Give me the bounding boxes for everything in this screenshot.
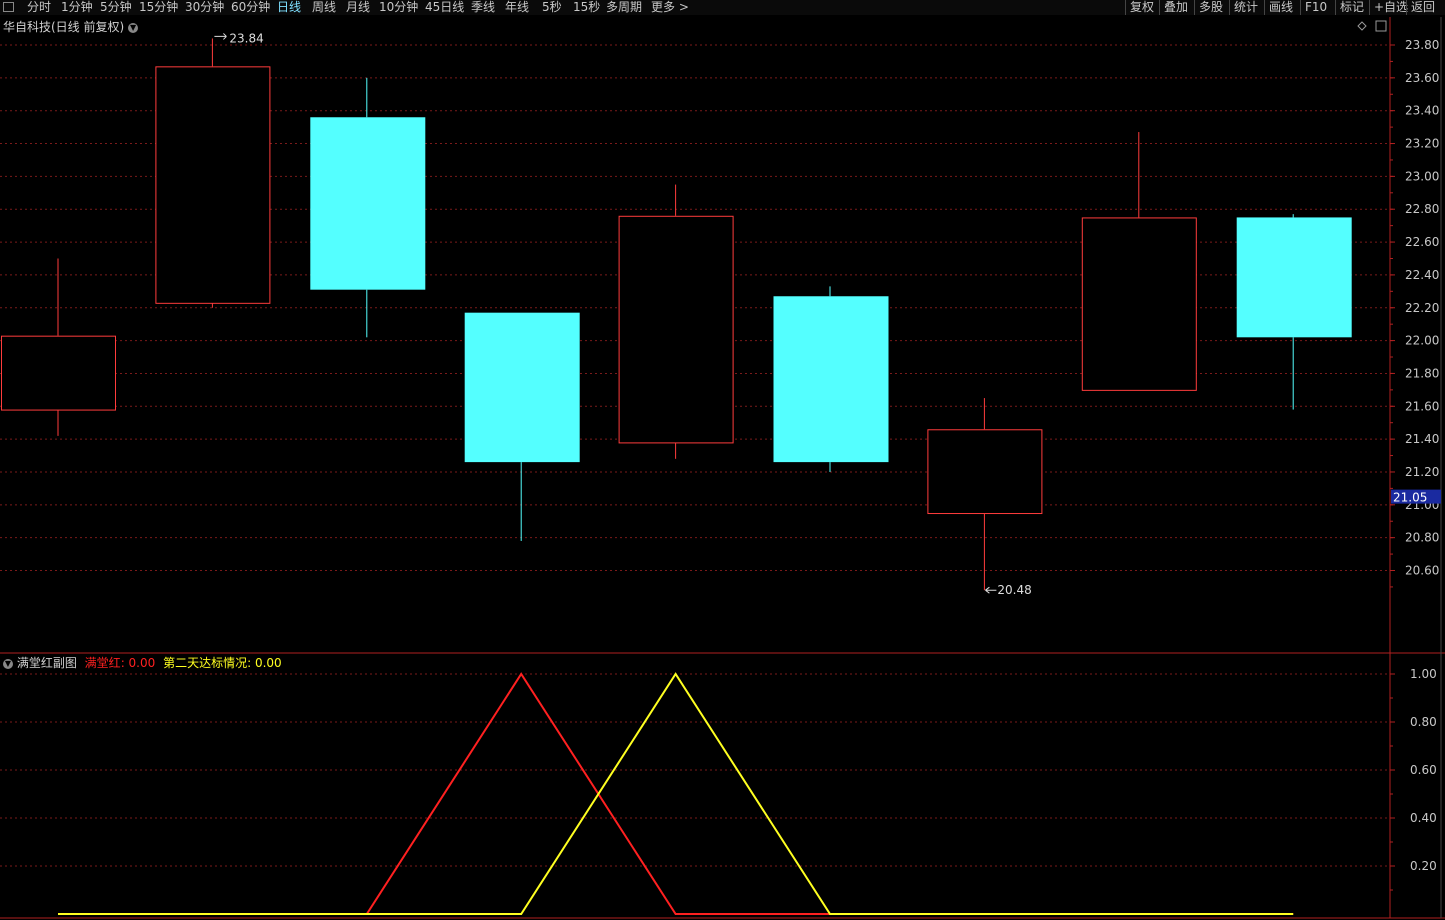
sub-tick-label: 0.20 bbox=[1410, 859, 1437, 873]
indicator-second-day-label: 第二天达标情况 bbox=[163, 656, 248, 670]
candle-body-up bbox=[618, 215, 734, 444]
main-tick-label: 21.80 bbox=[1405, 366, 1439, 380]
indicator-second-day-value: 0.00 bbox=[254, 656, 282, 670]
candle-body-up bbox=[1, 335, 116, 411]
candle-body-up bbox=[1081, 217, 1197, 391]
low-label: 20.48 bbox=[997, 583, 1031, 597]
high-label: 23.84 bbox=[229, 31, 263, 45]
main-tick-label: 23.60 bbox=[1405, 71, 1439, 85]
indicator-mtr-label: 满堂红 bbox=[84, 656, 121, 670]
main-tick-label: 22.20 bbox=[1405, 301, 1439, 315]
candle-body-up bbox=[927, 429, 1043, 515]
main-tick-label: 23.40 bbox=[1405, 104, 1439, 118]
main-tick-label: 20.60 bbox=[1405, 564, 1439, 578]
main-tick-label: 20.80 bbox=[1405, 531, 1439, 545]
candle-body-down bbox=[1236, 217, 1352, 338]
main-chart-title-bar: 华自科技(日线 前复权) ▼ bbox=[3, 18, 139, 35]
candle-body-up bbox=[155, 66, 271, 304]
main-tick-label: 23.00 bbox=[1405, 169, 1439, 183]
main-tick-label: 23.80 bbox=[1405, 38, 1439, 52]
indicator-mtr-value: 0.00 bbox=[128, 656, 156, 670]
candle-body-down bbox=[464, 312, 580, 463]
current-price-label: 21.05 bbox=[1393, 491, 1427, 505]
main-chart-title: 华自科技(日线 前复权) bbox=[3, 20, 125, 34]
chart-canvas: 23.80 23.60 23.40 23.20 23.00 22.80 22.60 22.40… bbox=[0, 15, 1445, 920]
sub-tick-label: 1.00 bbox=[1410, 667, 1437, 681]
sub-tick-label: 0.80 bbox=[1410, 715, 1437, 729]
main-tick-label: 22.00 bbox=[1405, 334, 1439, 348]
main-tick-label: 22.80 bbox=[1405, 202, 1439, 216]
sub-tick-label: 0.40 bbox=[1410, 811, 1437, 825]
sub-tick-label: 0.60 bbox=[1410, 763, 1437, 777]
main-tick-label: 22.40 bbox=[1405, 268, 1439, 282]
main-tick-label: 21.60 bbox=[1405, 399, 1439, 413]
sub-chart-title-bar: ▼ 满堂红副图 满堂红: 0.00 第二天达标情况: 0.00 bbox=[3, 656, 282, 670]
candle-body-down bbox=[773, 296, 889, 463]
chevron-down-icon[interactable]: ▼ bbox=[128, 22, 139, 33]
main-tick-label: 23.20 bbox=[1405, 137, 1439, 151]
main-tick-label: 22.60 bbox=[1405, 235, 1439, 249]
chevron-down-icon[interactable]: ▼ bbox=[3, 658, 13, 669]
main-tick-label: 21.40 bbox=[1405, 432, 1439, 446]
sub-chart-title: 满堂红副图 bbox=[16, 656, 77, 670]
main-tick-label: 21.20 bbox=[1405, 465, 1439, 479]
candle-body-down bbox=[310, 117, 426, 290]
